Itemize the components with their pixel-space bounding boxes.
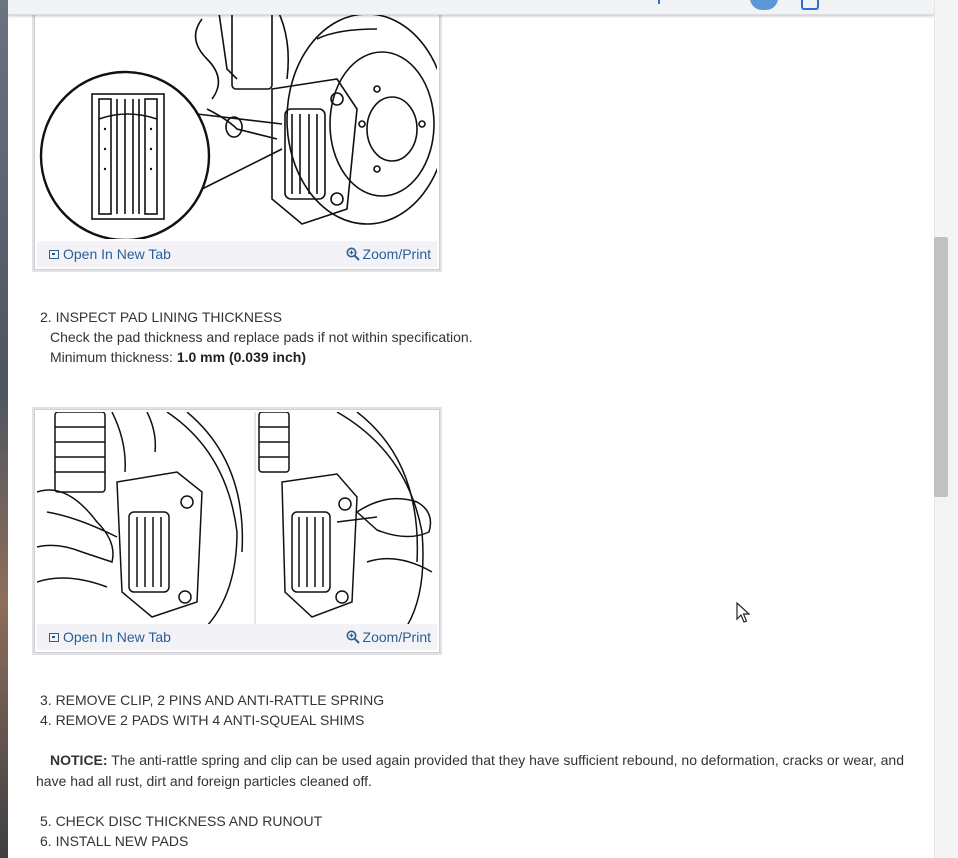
step-2-heading: 2. INSPECT PAD LINING THICKNESS [40, 309, 282, 325]
notice-label: NOTICE: [50, 752, 108, 768]
desktop-background [0, 0, 8, 858]
step-2-minimum: Minimum thickness: 1.0 mm (0.039 inch) [50, 349, 306, 365]
browser-page: Open In New Tab Zoom/Print 2. INSPECT PA… [8, 0, 934, 858]
step-2-description: Check the pad thickness and replace pads… [50, 329, 473, 345]
step-3-heading: 3. REMOVE CLIP, 2 PINS AND ANTI-RATTLE S… [40, 692, 385, 708]
figure-pad-removal: Open In New Tab Zoom/Print [34, 409, 440, 653]
figure-brake-pad-inspection: Open In New Tab Zoom/Print [34, 0, 448, 270]
open-in-new-tab-link[interactable]: Open In New Tab [49, 246, 171, 262]
avatar[interactable] [750, 0, 778, 10]
step-6-heading: 6. INSTALL NEW PADS [40, 833, 189, 849]
zoom-label: Zoom/Print [362, 246, 431, 262]
zoom-print-link[interactable]: Zoom/Print [346, 246, 431, 262]
app-icon[interactable] [801, 0, 819, 10]
mouse-cursor-icon [736, 602, 750, 623]
scrollbar-thumb[interactable] [934, 237, 948, 497]
new-tab-icon [49, 249, 59, 259]
minimum-label: Minimum thickness: [50, 349, 173, 365]
zoom-icon [346, 247, 360, 261]
step-5-heading: 5. CHECK DISC THICKNESS AND RUNOUT [40, 813, 323, 829]
pad-removal-illustration [36, 411, 437, 627]
figure-toolbar: Open In New Tab Zoom/Print [37, 624, 437, 650]
brake-caliper-illustration [37, 0, 448, 242]
open-in-new-tab-link[interactable]: Open In New Tab [49, 629, 171, 645]
notice-paragraph: NOTICE: The anti-rattle spring and clip … [36, 750, 916, 792]
figure-toolbar: Open In New Tab Zoom/Print [37, 241, 437, 267]
zoom-icon [346, 630, 360, 644]
open-label: Open In New Tab [63, 629, 171, 645]
toolbar-icon[interactable] [658, 0, 664, 4]
open-label: Open In New Tab [63, 246, 171, 262]
minimum-value: 1.0 mm (0.039 inch) [176, 349, 306, 365]
zoom-label: Zoom/Print [362, 629, 431, 645]
zoom-print-link[interactable]: Zoom/Print [346, 629, 431, 645]
notice-text: The anti-rattle spring and clip can be u… [36, 752, 904, 789]
caliper-drawing [39, 0, 448, 242]
new-tab-icon [49, 632, 59, 642]
step-4-heading: 4. REMOVE 2 PADS WITH 4 ANTI-SQUEAL SHIM… [40, 712, 365, 728]
browser-toolbar [8, 0, 934, 15]
pad-removal-drawing [36, 411, 433, 627]
